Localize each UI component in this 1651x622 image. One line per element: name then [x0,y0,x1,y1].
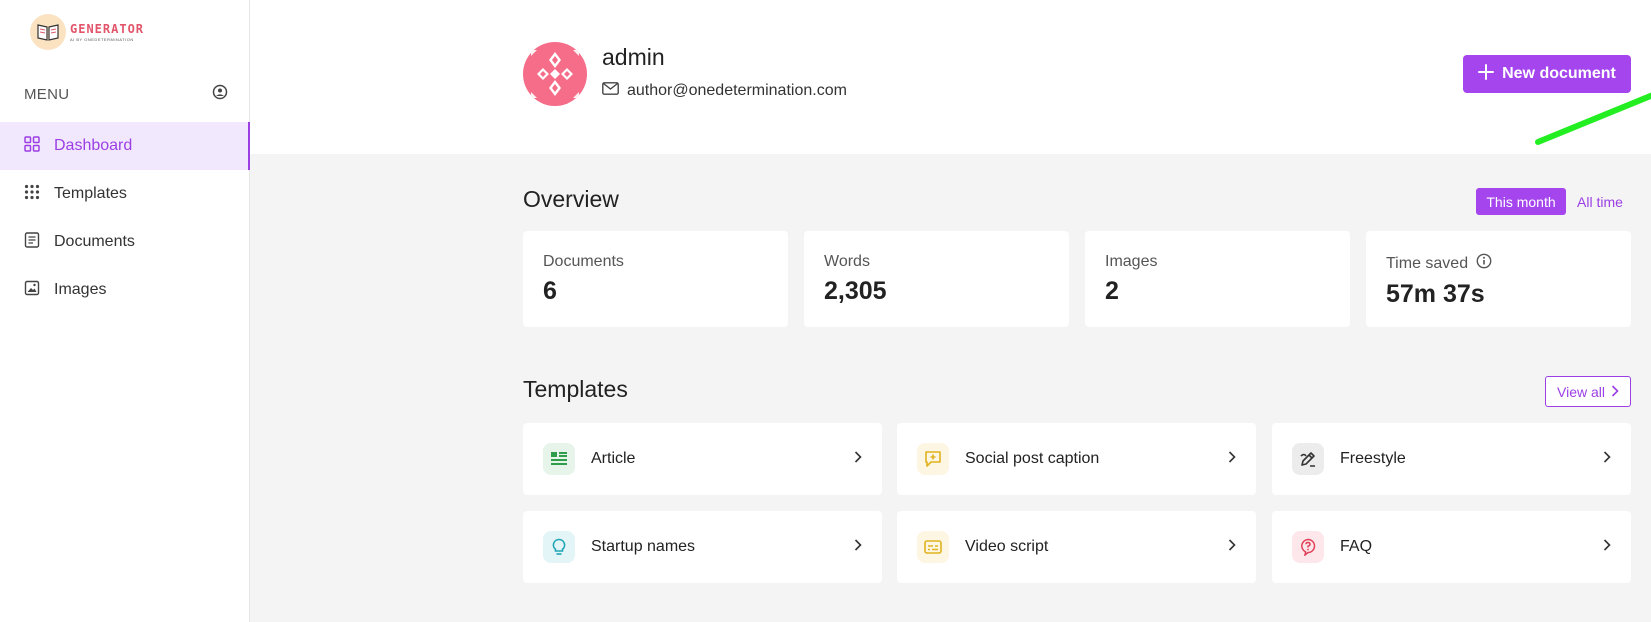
sidebar-item-images[interactable]: Images [0,266,250,314]
template-card-freestyle[interactable]: Freestyle [1272,423,1631,495]
annotation-arrow-icon [1535,92,1651,145]
sidebar-item-label: Templates [54,185,127,202]
lightbulb-icon [543,531,575,563]
document-icon [24,231,40,253]
user-name: admin [602,44,665,70]
grid-icon [24,135,40,157]
sidebar-nav: Dashboard Templates Documents Images [0,122,250,314]
app-logo[interactable]: GENERATOR AI BY ONEDETERMINATION [30,12,150,52]
template-card-social-post-caption[interactable]: Social post caption [897,423,1256,495]
stat-card-time-saved: Time saved 57m 37s [1366,231,1631,327]
chevron-right-icon [1603,450,1611,468]
help-bubble-icon [1292,531,1324,563]
book-icon [30,14,66,50]
template-card-video-script[interactable]: Video script [897,511,1256,583]
templates-title: Templates [523,376,628,402]
article-icon [543,443,575,475]
template-card-startup-names[interactable]: Startup names [523,511,882,583]
chevron-right-icon [1611,384,1619,400]
stat-card-documents: Documents 6 [523,231,788,327]
pen-icon [1292,443,1324,475]
view-all-button[interactable]: View all [1545,376,1631,407]
user-circle-icon[interactable] [212,84,228,105]
template-card-faq[interactable]: FAQ [1272,511,1631,583]
subtitles-icon [917,531,949,563]
avatar [523,42,587,106]
dots-grid-icon [24,184,40,205]
stat-label: Documents [543,253,624,270]
stat-label: Images [1105,253,1158,270]
stat-value: 2,305 [824,277,887,305]
info-icon[interactable] [1476,253,1492,274]
sidebar-item-label: Images [54,281,107,298]
message-plus-icon [917,443,949,475]
sidebar-item-label: Dashboard [54,137,133,154]
user-email: author@onedetermination.com [627,82,847,99]
template-label: Social post caption [965,450,1100,467]
template-card-article[interactable]: Article [523,423,882,495]
template-label: Video script [965,538,1049,555]
template-label: Startup names [591,538,696,555]
all-time-toggle[interactable]: All time [1570,188,1630,215]
template-label: FAQ [1340,538,1373,555]
stat-label: Time saved [1386,253,1611,274]
view-all-label: View all [1557,383,1605,400]
this-month-toggle[interactable]: This month [1476,188,1566,215]
image-icon [24,280,40,301]
sidebar: GENERATOR AI BY ONEDETERMINATION MENU Da… [0,0,250,622]
template-label: Freestyle [1340,450,1406,467]
logo-subtitle: AI BY ONEDETERMINATION [70,36,134,42]
chevron-right-icon [854,450,862,468]
menu-header: MENU [24,84,228,104]
stat-label: Words [824,253,870,270]
chevron-right-icon [1228,450,1236,468]
mail-icon [602,82,619,100]
user-email-row: author@onedetermination.com [602,82,847,100]
profile-header: admin author@onedetermination.com New do… [250,0,1651,154]
stat-value: 6 [543,277,557,305]
sidebar-item-label: Documents [54,233,135,250]
overview-title: Overview [523,186,619,212]
sidebar-item-documents[interactable]: Documents [0,218,250,266]
stat-value: 57m 37s [1386,280,1485,308]
chevron-right-icon [854,538,862,556]
sidebar-item-templates[interactable]: Templates [0,170,250,218]
menu-label: MENU [24,85,70,103]
chevron-right-icon [1603,538,1611,556]
plus-icon [1478,63,1495,85]
sidebar-item-dashboard[interactable]: Dashboard [0,122,250,170]
template-label: Article [591,450,636,467]
chevron-right-icon [1228,538,1236,556]
stat-card-words: Words 2,305 [804,231,1069,327]
stat-card-images: Images 2 [1085,231,1350,327]
logo-title: GENERATOR [70,21,145,36]
stat-value: 2 [1105,277,1119,305]
